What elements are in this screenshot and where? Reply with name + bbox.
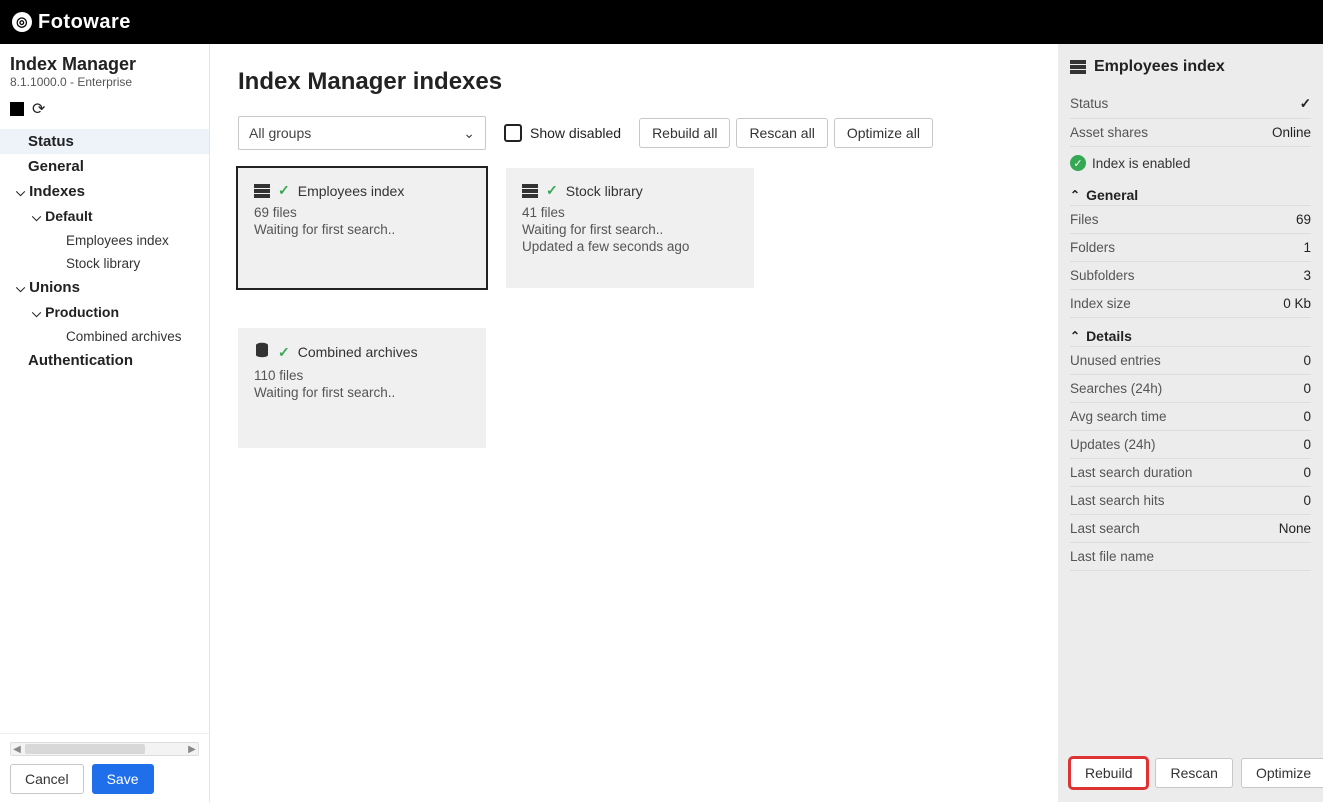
folders-value: 1 xyxy=(1303,240,1311,255)
lasthits-label: Last search hits xyxy=(1070,493,1165,508)
status-label: Status xyxy=(1070,96,1108,112)
nav-indexes[interactable]: Indexes xyxy=(0,179,209,204)
brand-icon: ◎ xyxy=(12,12,32,32)
nav-tree: Status General Indexes Default Employees… xyxy=(0,129,209,733)
files-label: Files xyxy=(1070,212,1099,227)
lastfile-label: Last file name xyxy=(1070,549,1154,564)
show-disabled-label: Show disabled xyxy=(530,125,621,141)
check-icon: ✓ xyxy=(278,344,290,361)
size-label: Index size xyxy=(1070,296,1131,311)
page-title: Index Manager indexes xyxy=(238,68,1030,96)
subfolders-value: 3 xyxy=(1303,268,1311,283)
card-updated: Updated a few seconds ago xyxy=(522,239,738,254)
index-card-employees[interactable]: ✓ Employees index 69 files Waiting for f… xyxy=(238,168,486,288)
brand-text: Fotoware xyxy=(38,11,131,34)
rebuild-all-button[interactable]: Rebuild all xyxy=(639,118,730,148)
section-details[interactable]: Details xyxy=(1070,318,1311,347)
avg-label: Avg search time xyxy=(1070,409,1167,424)
nav-general[interactable]: General xyxy=(0,154,209,179)
asset-shares-value: Online xyxy=(1272,125,1311,140)
server-icon xyxy=(1070,60,1086,74)
card-status: Waiting for first search.. xyxy=(254,385,470,400)
app-title: Index Manager xyxy=(10,54,199,75)
index-card-combined[interactable]: ✓ Combined archives 110 files Waiting fo… xyxy=(238,328,486,448)
card-files: 41 files xyxy=(522,205,738,220)
size-value: 0 Kb xyxy=(1283,296,1311,311)
lastsearch-label: Last search xyxy=(1070,521,1140,536)
group-select[interactable]: All groups ⌄ xyxy=(238,116,486,150)
rescan-all-button[interactable]: Rescan all xyxy=(736,118,827,148)
unused-label: Unused entries xyxy=(1070,353,1161,368)
card-status: Waiting for first search.. xyxy=(522,222,738,237)
avg-value: 0 xyxy=(1303,409,1311,424)
card-title: Stock library xyxy=(566,183,643,199)
files-value: 69 xyxy=(1296,212,1311,227)
lasthits-value: 0 xyxy=(1303,493,1311,508)
database-icon xyxy=(254,342,270,362)
nav-combined[interactable]: Combined archives xyxy=(0,325,209,348)
nav-production[interactable]: Production xyxy=(0,300,209,325)
card-title: Employees index xyxy=(298,183,405,199)
details-panel: Employees index Status ✓ Asset shares Onli… xyxy=(1058,44,1323,802)
top-bar: ◎ Fotoware xyxy=(0,0,1323,44)
index-card-stock[interactable]: ✓ Stock library 41 files Waiting for fir… xyxy=(506,168,754,288)
optimize-all-button[interactable]: Optimize all xyxy=(834,118,933,148)
reload-icon[interactable]: ⟳ xyxy=(32,99,45,119)
folders-label: Folders xyxy=(1070,240,1115,255)
main-content: Index Manager indexes All groups ⌄ Show … xyxy=(210,44,1058,802)
show-disabled-toggle[interactable]: Show disabled xyxy=(504,124,621,142)
section-general[interactable]: General xyxy=(1070,177,1311,206)
lastdur-label: Last search duration xyxy=(1070,465,1192,480)
rescan-button[interactable]: Rescan xyxy=(1155,758,1232,788)
nav-auth[interactable]: Authentication xyxy=(0,348,209,373)
card-title: Combined archives xyxy=(298,344,418,360)
details-title: Employees index xyxy=(1094,58,1225,76)
subfolders-label: Subfolders xyxy=(1070,268,1135,283)
sidebar-hscroll[interactable]: ◀ ▶ xyxy=(10,742,199,756)
card-files: 69 files xyxy=(254,205,470,220)
lastdur-value: 0 xyxy=(1303,465,1311,480)
card-status: Waiting for first search.. xyxy=(254,222,470,237)
chevron-down-icon: ⌄ xyxy=(463,125,475,142)
brand-logo: ◎ Fotoware xyxy=(12,11,131,34)
nav-default[interactable]: Default xyxy=(0,204,209,229)
nav-employees[interactable]: Employees index xyxy=(0,229,209,252)
sidebar: Index Manager 8.1.1000.0 - Enterprise ⟳ … xyxy=(0,44,210,802)
cancel-button[interactable]: Cancel xyxy=(10,764,84,794)
app-version: 8.1.1000.0 - Enterprise xyxy=(10,75,199,89)
unused-value: 0 xyxy=(1303,353,1311,368)
nav-stock[interactable]: Stock library xyxy=(0,252,209,275)
stop-icon[interactable] xyxy=(10,102,24,116)
enabled-label: Index is enabled xyxy=(1092,156,1190,171)
lastsearch-value: None xyxy=(1279,521,1311,536)
save-button[interactable]: Save xyxy=(92,764,154,794)
check-icon: ✓ xyxy=(546,182,558,199)
nav-unions[interactable]: Unions xyxy=(0,275,209,300)
check-icon: ✓ xyxy=(278,182,290,199)
asset-shares-label: Asset shares xyxy=(1070,125,1148,140)
updates-label: Updates (24h) xyxy=(1070,437,1156,452)
server-icon xyxy=(522,184,538,198)
card-files: 110 files xyxy=(254,368,470,383)
updates-value: 0 xyxy=(1303,437,1311,452)
optimize-button[interactable]: Optimize xyxy=(1241,758,1323,788)
rebuild-button[interactable]: Rebuild xyxy=(1070,758,1147,788)
nav-status[interactable]: Status xyxy=(0,129,209,154)
searches-value: 0 xyxy=(1303,381,1311,396)
enabled-check-icon: ✓ xyxy=(1070,155,1086,171)
checkbox-icon xyxy=(504,124,522,142)
searches-label: Searches (24h) xyxy=(1070,381,1162,396)
group-select-value: All groups xyxy=(249,125,311,141)
server-icon xyxy=(254,184,270,198)
status-check-icon: ✓ xyxy=(1300,96,1311,112)
